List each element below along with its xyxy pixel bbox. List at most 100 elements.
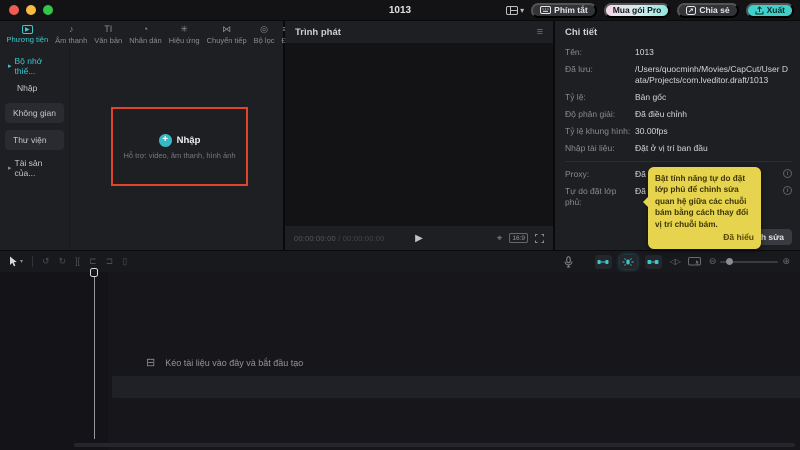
import-label: Nhập (177, 135, 201, 146)
layout-switch-button[interactable]: ▾ (506, 6, 524, 15)
export-button[interactable]: Xuất (746, 3, 794, 18)
tab-hieu-ung[interactable]: ✳ Hiệu ứng (165, 21, 203, 48)
details-divider (565, 161, 792, 162)
buy-pro-button[interactable]: Mua gói Pro (604, 3, 671, 18)
record-voiceover-button[interactable] (564, 256, 573, 268)
titlebar-actions: ▾ Phím tắt Mua gói Pro Chia sẻ (506, 2, 794, 18)
snap-toggle-button[interactable] (595, 255, 612, 269)
delete-button[interactable]: ▯ (122, 257, 127, 266)
tab-label: Phương tiện (7, 35, 49, 44)
import-dropzone[interactable]: + Nhập Hỗ trợ: video, âm thanh, hình ảnh (111, 107, 248, 186)
layout-icon (506, 6, 518, 15)
playhead[interactable] (90, 268, 98, 446)
total-time: 00:00:00:00 (343, 234, 385, 243)
split-button[interactable]: ][ (75, 257, 80, 266)
sidebar-item-tai-san-cua-toi[interactable]: ▸ Tài sản của... (5, 159, 64, 176)
magnet-toggle-button[interactable] (620, 255, 637, 269)
tab-label: Hiệu ứng (169, 36, 200, 45)
cursor-icon (8, 256, 18, 267)
undo-button[interactable]: ↺ (42, 257, 50, 266)
empty-track[interactable] (112, 376, 800, 398)
media-placeholder-icon: ⊟ (146, 356, 155, 369)
minimize-window-button[interactable] (26, 5, 36, 15)
zoom-slider-handle[interactable] (726, 258, 733, 265)
shortcuts-label: Phím tắt (554, 5, 588, 15)
caret-right-icon: ▸ (8, 62, 12, 70)
close-window-button[interactable] (9, 5, 19, 15)
text-icon: TI (104, 24, 112, 35)
timeline-body[interactable]: ⊟ Kéo tài liệu vào đây và bắt đầu tạo (0, 272, 800, 450)
info-icon[interactable]: i (783, 169, 792, 178)
detail-value: Đặt ở vị trí ban đầu (635, 143, 708, 154)
media-body: ▸ Bộ nhớ thiế... Nhập Không gian Thư việ… (0, 48, 283, 250)
shortcuts-button[interactable]: Phím tắt (531, 3, 597, 18)
media-panel: ▶ Phương tiện ♪ Âm thanh TI Văn bản ◔ Nh… (0, 21, 283, 250)
import-support-text: Hỗ trợ: video, âm thanh, hình ảnh (123, 151, 235, 160)
tooltip-confirm-button[interactable]: Đã hiểu (655, 232, 754, 244)
snap-icon (597, 258, 609, 266)
import-button[interactable]: + Nhập (159, 134, 201, 147)
player-panel: Trình phát ≡ 00:00:00:00 / 00:00:00:00 ▶… (285, 21, 553, 250)
playhead-handle[interactable] (90, 268, 98, 277)
zoom-out-button[interactable]: ⊖ (709, 256, 717, 267)
delete-left-button[interactable]: ⊏ (89, 257, 97, 266)
redo-button[interactable]: ↻ (59, 257, 67, 266)
sidebar-item-label: Không gian (13, 108, 56, 118)
export-icon (755, 6, 764, 15)
effects-icon: ✳ (180, 24, 188, 35)
aspect-ratio-button[interactable]: 16:9 (509, 233, 528, 243)
toolbar-divider (32, 256, 33, 267)
info-icon[interactable]: i (783, 186, 792, 195)
zoom-window-button[interactable] (43, 5, 53, 15)
detail-row-saved-path: Đã lưu: /Users/quocminh/Movies/CapCut/Us… (565, 64, 792, 86)
zoom-in-button[interactable]: ⊕ (782, 256, 790, 267)
fit-canvas-icon[interactable]: ⌖ (497, 233, 503, 244)
timeline-scrollbar[interactable] (74, 443, 795, 447)
sidebar-item-thu-vien[interactable]: Thư viện (5, 130, 64, 150)
sidebar-item-bo-nho-thiet-bi[interactable]: ▸ Bộ nhớ thiế... (5, 57, 64, 74)
tab-van-ban[interactable]: TI Văn bản (91, 21, 126, 48)
tab-phuong-tien[interactable]: ▶ Phương tiện (3, 21, 52, 48)
tab-bo-loc[interactable]: ◎ Bộ lọc (250, 21, 278, 48)
timeline-drop-hint: ⊟ Kéo tài liệu vào đây và bắt đầu tạo (146, 356, 303, 369)
free-overlay-tooltip: Bật tính năng tự do đặt lớp phủ để chỉnh… (648, 167, 761, 249)
sidebar-item-label: Tài sản của... (15, 158, 64, 178)
tab-chuyen-tiep[interactable]: ⋈ Chuyển tiếp (203, 21, 250, 48)
detail-label: Tự do đặt lớp phủ: (565, 186, 635, 208)
link-icon (647, 258, 659, 266)
player-viewport[interactable] (285, 43, 553, 226)
sidebar-item-nhap[interactable]: Nhập (5, 79, 64, 96)
chevron-down-icon: ▾ (520, 6, 524, 15)
playhead-line (94, 277, 95, 439)
titlebar: 1013 ▾ Phím tắt Mua gói Pro (0, 0, 800, 20)
tooltip-arrow (643, 197, 648, 207)
play-button[interactable]: ▶ (415, 233, 423, 244)
share-button[interactable]: Chia sẻ (677, 3, 738, 18)
delete-right-button[interactable]: ⊐ (106, 257, 114, 266)
select-tool-button[interactable]: ▾ (8, 256, 23, 267)
sidebar-item-khong-gian[interactable]: Không gian (5, 103, 64, 123)
link-toggle-button[interactable] (645, 255, 662, 269)
detail-row-name: Tên: 1013 (565, 47, 792, 58)
tab-am-thanh[interactable]: ♪ Âm thanh (52, 21, 91, 48)
tab-label: Bộ lọc (254, 36, 275, 45)
current-time: 00:00:00:00 (294, 234, 336, 243)
preview-axis-button[interactable] (688, 257, 701, 267)
detail-label: Độ phân giải: (565, 109, 635, 120)
capcut-window: 1013 ▾ Phím tắt Mua gói Pro (0, 0, 800, 450)
timeline-zoom-slider[interactable] (720, 261, 778, 263)
filters-icon: ◎ (260, 24, 268, 35)
buy-pro-label: Mua gói Pro (613, 5, 662, 15)
tab-label: Nhãn dán (129, 36, 162, 45)
fullscreen-icon[interactable] (535, 234, 544, 243)
plus-icon: + (159, 134, 172, 147)
detail-label: Đã lưu: (565, 64, 635, 75)
player-menu-icon[interactable]: ≡ (537, 26, 543, 38)
tab-label: Âm thanh (55, 36, 87, 45)
detail-value: /Users/quocminh/Movies/CapCut/User Data/… (635, 64, 792, 86)
export-label: Xuất (767, 5, 785, 15)
tab-nhan-dan[interactable]: ◔ Nhãn dán (126, 21, 166, 48)
mirror-preview-button[interactable]: ◁▷ (670, 257, 680, 266)
timeline-toolbar: ▾ ↺ ↻ ][ ⊏ ⊐ ▯ (0, 251, 800, 272)
player-header: Trình phát ≡ (285, 21, 553, 43)
